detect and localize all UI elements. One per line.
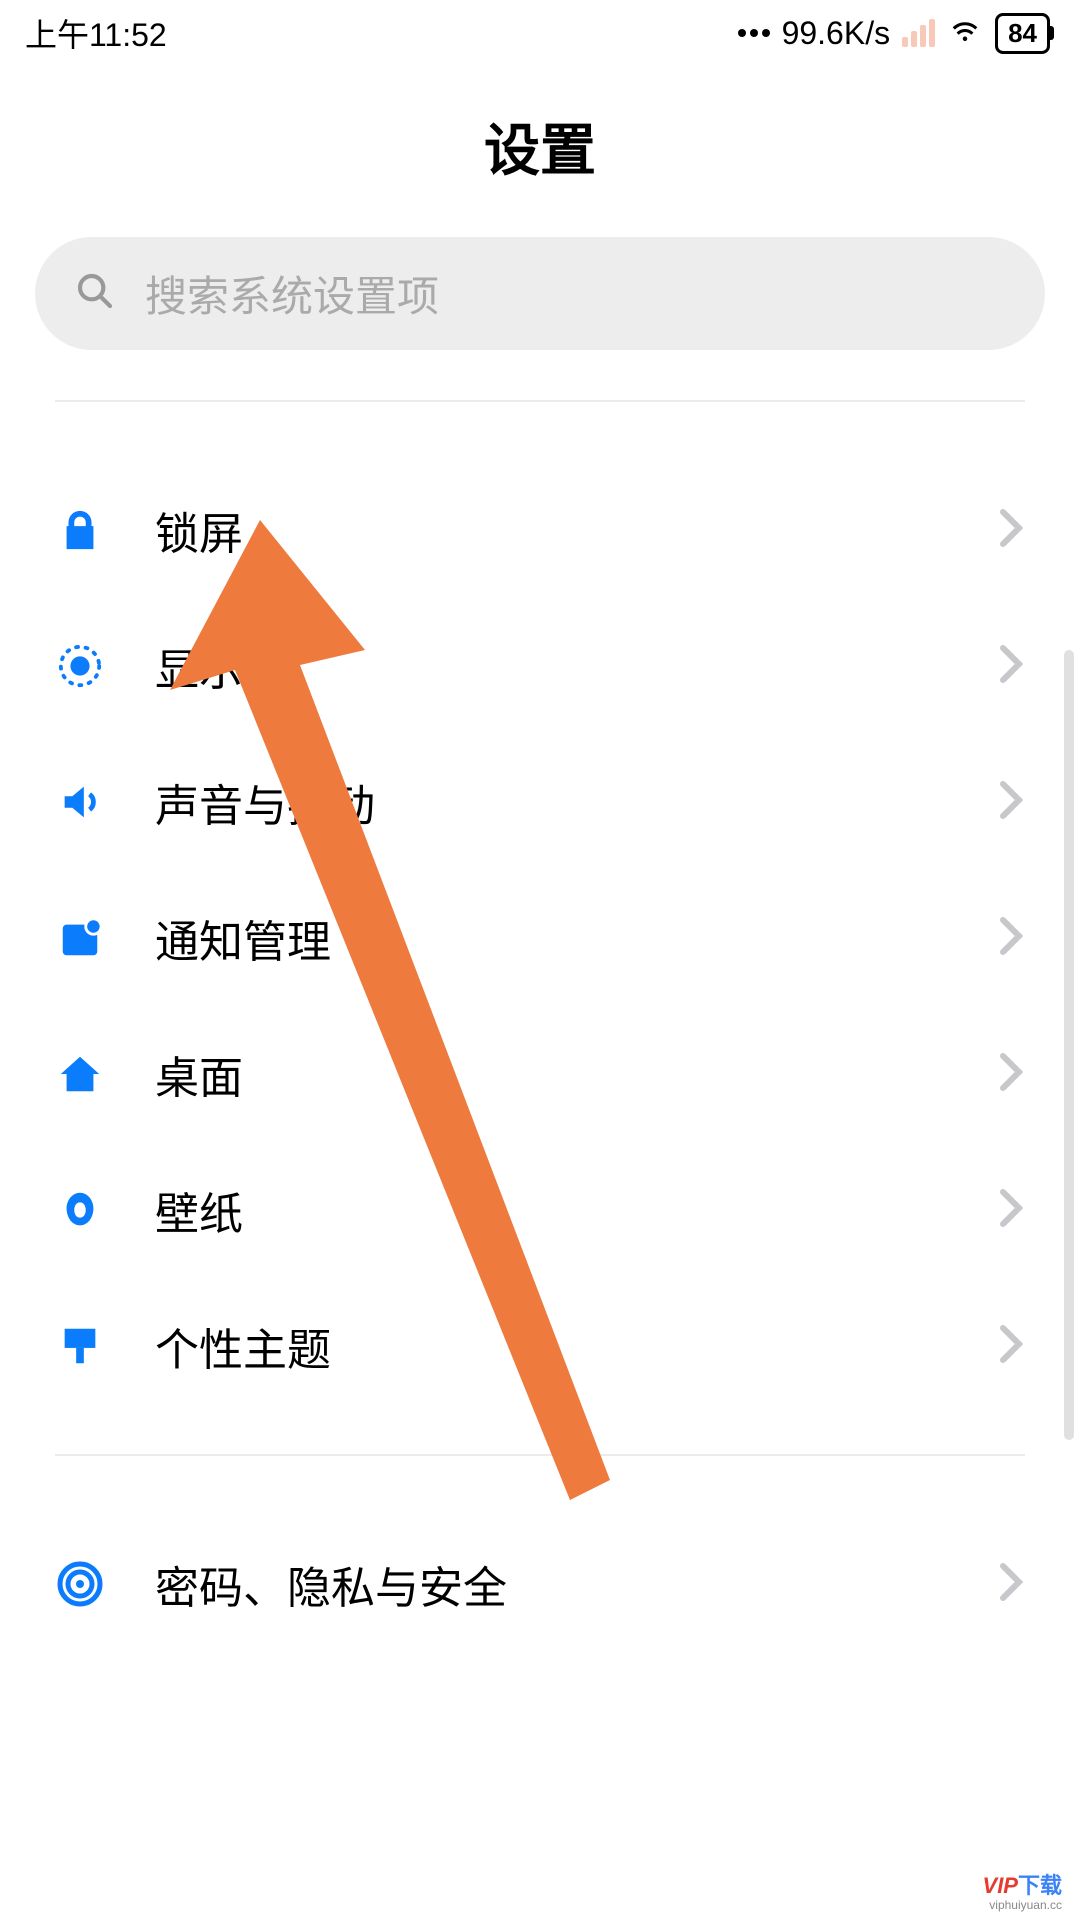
search-icon [75,271,115,316]
item-label: 锁屏 [155,498,997,562]
search-input[interactable]: 搜索系统设置项 [35,237,1045,350]
lock-icon [55,505,105,555]
watermark: VIP下载 viphuiyuan.cc [983,1868,1062,1912]
flower-icon [55,1185,105,1235]
battery-percent: 84 [1008,18,1037,49]
status-right: 99.6K/s 84 [738,11,1050,55]
scrollbar[interactable] [1064,650,1074,1440]
notification-icon [55,913,105,963]
watermark-vip: VIP [983,1873,1018,1898]
home-icon [55,1049,105,1099]
volume-icon [55,777,105,827]
status-time: 上午11:52 [25,10,167,56]
page-title: 设置 [0,106,1080,187]
chevron-right-icon [997,1188,1025,1233]
item-label: 显示 [155,634,997,698]
settings-item-display[interactable]: 显示 [0,598,1080,734]
battery-icon: 84 [995,13,1050,54]
item-label: 个性主题 [155,1314,997,1378]
fingerprint-icon [55,1559,105,1609]
wifi-icon [947,11,983,55]
item-label: 密码、隐私与安全 [155,1552,997,1616]
status-bar: 上午11:52 99.6K/s 84 [0,0,1080,66]
search-placeholder: 搜索系统设置项 [145,263,439,324]
chevron-right-icon [997,508,1025,553]
settings-item-theme[interactable]: 个性主题 [0,1278,1080,1414]
item-label: 桌面 [155,1042,997,1106]
chevron-right-icon [997,644,1025,689]
watermark-sub: viphuiyuan.cc [983,1898,1062,1912]
settings-item-home[interactable]: 桌面 [0,1006,1080,1142]
brightness-icon [55,641,105,691]
settings-item-security[interactable]: 密码、隐私与安全 [0,1516,1080,1652]
item-label: 声音与振动 [155,770,997,834]
chevron-right-icon [997,916,1025,961]
settings-item-notifications[interactable]: 通知管理 [0,870,1080,1006]
chevron-right-icon [997,1052,1025,1097]
item-label: 壁纸 [155,1178,997,1242]
settings-item-sound[interactable]: 声音与振动 [0,734,1080,870]
item-label: 通知管理 [155,906,997,970]
settings-item-wallpaper[interactable]: 壁纸 [0,1142,1080,1278]
signal-icon [902,19,935,47]
brush-icon [55,1321,105,1371]
chevron-right-icon [997,1324,1025,1369]
chevron-right-icon [997,780,1025,825]
watermark-dl: 下载 [1018,1873,1062,1898]
more-dots-icon [738,29,770,37]
network-speed: 99.6K/s [782,15,891,52]
settings-item-lock[interactable]: 锁屏 [0,462,1080,598]
chevron-right-icon [997,1562,1025,1607]
